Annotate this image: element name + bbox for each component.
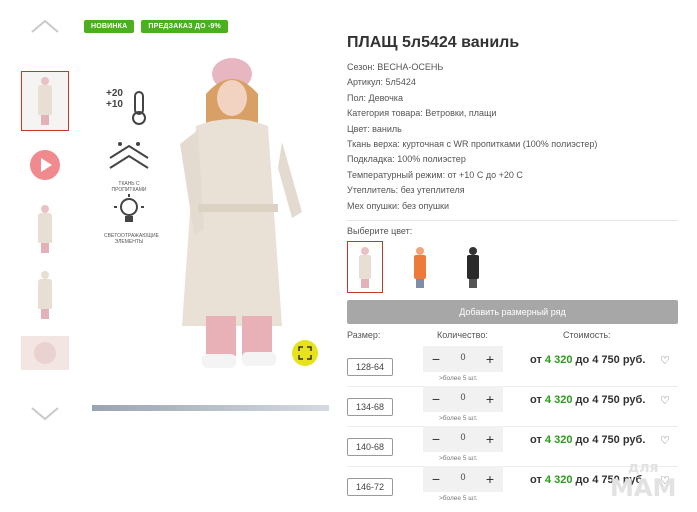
size-value[interactable]: 128-64 [347, 358, 393, 376]
table-row: 128-64 − 0 + >более 5 шт. от 4 320 до 4 … [347, 346, 682, 386]
fabric-label: ТКАНЬ С ПРОПИТКАМИ [111, 181, 147, 193]
add-size-row-button[interactable]: Добавить размерный ряд [347, 300, 678, 324]
thumbnail-strip [18, 14, 72, 434]
quantity-stepper: − 0 + [423, 466, 503, 492]
thermometer-icon [132, 91, 146, 125]
header-quantity: Количество: [437, 330, 488, 340]
price: от 4 320 до 4 750 руб. [530, 354, 646, 366]
play-icon [41, 158, 52, 172]
plus-button[interactable]: + [481, 389, 499, 409]
size-value[interactable]: 146-72 [347, 478, 393, 496]
attr-lining: Подкладка: 100% полиэстер [347, 154, 466, 165]
size-value[interactable]: 134-68 [347, 398, 393, 416]
attr-category: Категория товара: Ветровки, плащи [347, 108, 497, 119]
main-product-photo[interactable]: +20 +10 ТКАНЬ С ПРОПИТКАМИ СВЕТООТРАЖАЮЩ… [92, 44, 330, 400]
minus-button[interactable]: − [427, 469, 445, 489]
video-play-button[interactable] [30, 150, 60, 180]
plus-button[interactable]: + [481, 429, 499, 449]
price: от 4 320 до 4 750 руб. [530, 394, 646, 406]
quantity-stepper: − 0 + [423, 426, 503, 452]
color-option-vanilla[interactable] [347, 241, 383, 293]
header-size: Размер: [347, 330, 381, 340]
table-row: 134-68 − 0 + >более 5 шт. от 4 320 до 4 … [347, 386, 682, 426]
color-option-black[interactable] [455, 241, 491, 293]
plus-button[interactable]: + [481, 469, 499, 489]
more-5-note: >более 5 шт. [439, 495, 478, 502]
attr-fur: Мех опушки: без опушки [347, 200, 450, 211]
size-value[interactable]: 140-68 [347, 438, 393, 456]
quantity-stepper: − 0 + [423, 346, 503, 372]
reflective-label: СВЕТООТРАЖАЮЩИЕ ЭЛЕМЕНТЫ [104, 233, 159, 245]
quantity-value[interactable]: 0 [451, 392, 475, 402]
thumbnail-3[interactable] [21, 199, 69, 259]
attr-gender: Пол: Девочка [347, 92, 403, 103]
attr-color: Цвет: ваниль [347, 123, 402, 134]
attr-temperature: Температурный режим: от +10 С до +20 С [347, 169, 523, 180]
product-info: ПЛАЩ 5л5424 ваниль Сезон: ВЕСНА-ОСЕНЬ Ар… [347, 34, 682, 216]
reflective-feature: СВЕТООТРАЖАЮЩИЕ ЭЛЕМЕНТЫ [104, 194, 159, 245]
header-cost: Стоимость: [563, 330, 611, 340]
gallery-progress-bar[interactable] [92, 405, 329, 411]
minus-button[interactable]: − [427, 349, 445, 369]
chevron-down-icon[interactable] [30, 406, 60, 426]
lightbulb-icon [114, 194, 144, 222]
attr-article: Артикул: 5л5424 [347, 77, 416, 88]
choose-color-label: Выберите цвет: [347, 226, 413, 236]
watermark-logo: для МАМ [610, 460, 677, 502]
thumbnail-5[interactable] [21, 336, 69, 370]
product-title: ПЛАЩ 5л5424 ваниль [347, 34, 520, 51]
heart-icon[interactable]: ♡ [660, 394, 670, 407]
quantity-stepper: − 0 + [423, 386, 503, 412]
water-repellent-icon [109, 142, 149, 169]
attr-season: Сезон: ВЕСНА-ОСЕНЬ [347, 62, 444, 72]
attr-insulation: Утеплитель: без утеплителя [347, 185, 465, 196]
minus-button[interactable]: − [427, 429, 445, 449]
more-5-note: >более 5 шт. [439, 415, 478, 422]
color-option-orange[interactable] [402, 241, 438, 293]
fabric-feature: ТКАНЬ С ПРОПИТКАМИ [104, 140, 154, 193]
badges: НОВИНКА ПРЕДЗАКАЗ ДО -9% [84, 20, 228, 33]
heart-icon[interactable]: ♡ [660, 354, 670, 367]
temperature-feature: +20 +10 [104, 88, 154, 134]
more-5-note: >более 5 шт. [439, 375, 478, 382]
badge-new: НОВИНКА [84, 20, 135, 33]
divider [347, 220, 678, 221]
thumbnail-1[interactable] [21, 71, 69, 131]
minus-button[interactable]: − [427, 389, 445, 409]
attr-fabric: Ткань верха: курточная с WR пропитками (… [347, 138, 598, 149]
chevron-up-icon[interactable] [30, 18, 60, 38]
thumbnail-4[interactable] [21, 265, 69, 325]
badge-preorder: ПРЕДЗАКАЗ ДО -9% [141, 20, 228, 33]
plus-button[interactable]: + [481, 349, 499, 369]
more-5-note: >более 5 шт. [439, 455, 478, 462]
product-model-image [180, 58, 302, 368]
price: от 4 320 до 4 750 руб. [530, 434, 646, 446]
quantity-value[interactable]: 0 [451, 352, 475, 362]
heart-icon[interactable]: ♡ [660, 434, 670, 447]
scan-icon[interactable] [292, 340, 318, 366]
quantity-value[interactable]: 0 [451, 472, 475, 482]
quantity-value[interactable]: 0 [451, 432, 475, 442]
